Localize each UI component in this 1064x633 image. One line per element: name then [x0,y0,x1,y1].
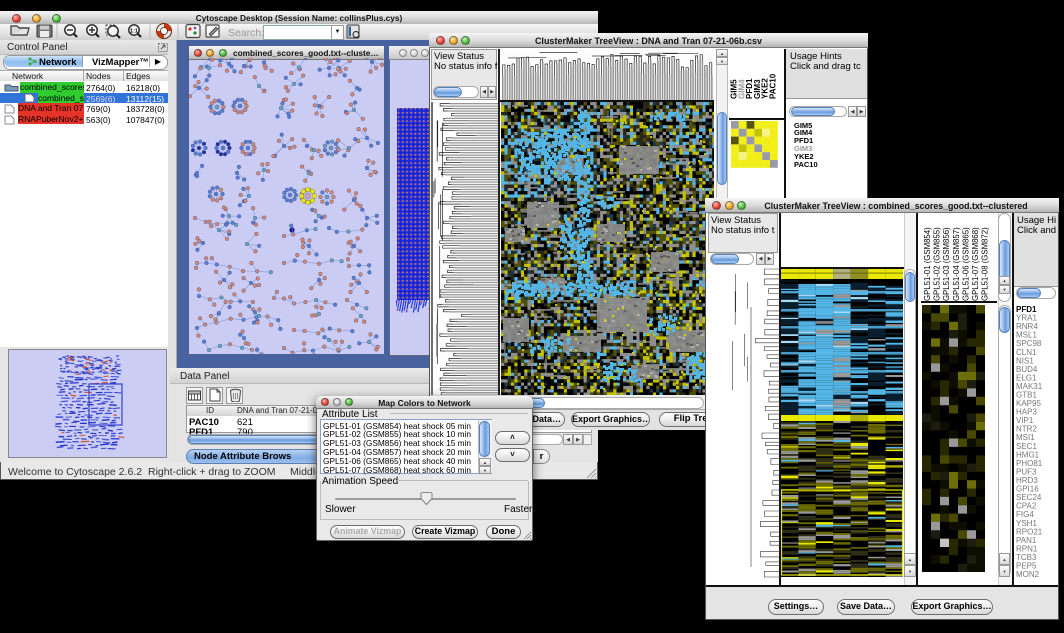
svg-text:1:1: 1:1 [130,29,138,35]
svg-text:GPL51-04 (GSM857): GPL51-04 (GSM857) [952,227,961,301]
svg-text:GPL51-07 (GSM868): GPL51-07 (GSM868) [971,227,980,301]
svg-text:MON2: MON2 [1016,570,1040,579]
svg-text:GPL51-02 (GSM855): GPL51-02 (GSM855) [933,227,942,301]
svg-text:GPL51-06 (GSM865): GPL51-06 (GSM865) [961,227,970,301]
svg-text:PAC10: PAC10 [769,73,778,99]
svg-text:GPL51-08 (GSM872): GPL51-08 (GSM872) [981,227,990,301]
svg-text:GPL51-03 (GSM856): GPL51-03 (GSM856) [942,227,951,301]
svg-text:GPL51-01 (GSM854): GPL51-01 (GSM854) [923,227,932,301]
